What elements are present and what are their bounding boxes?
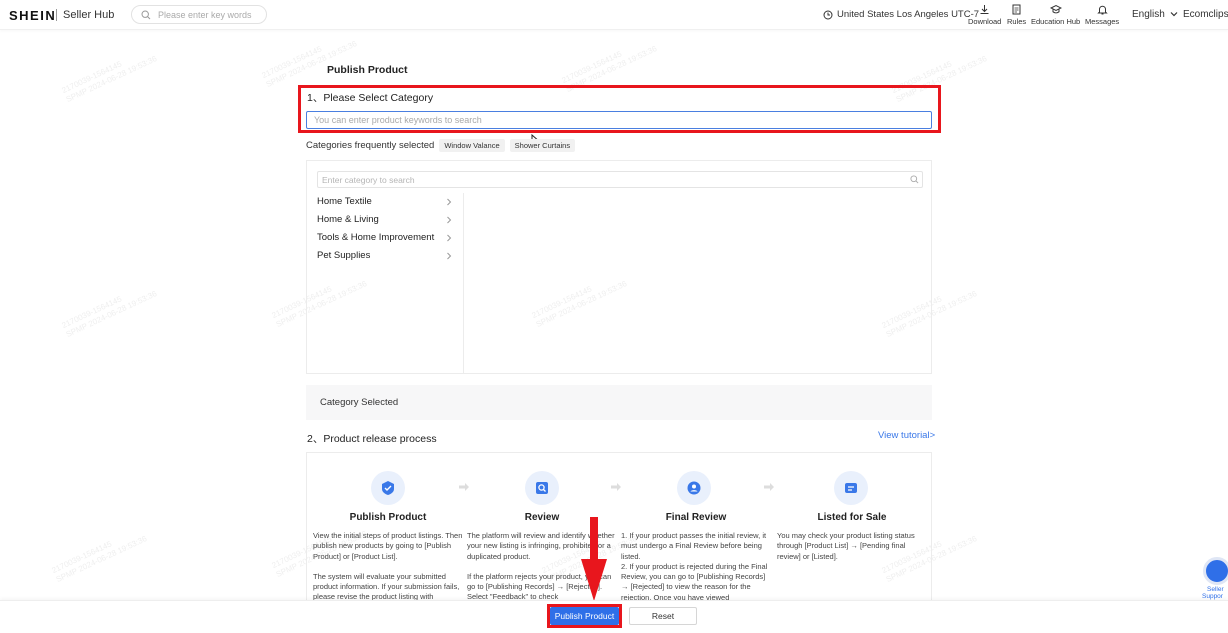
category-selected-label: Category Selected	[320, 397, 399, 408]
category-label: Home & Living	[317, 214, 379, 225]
category-selected-bar: Category Selected	[306, 385, 932, 420]
seller-support-label: Seller Suppor	[1202, 586, 1224, 600]
step-description: 1. If your product passes the initial re…	[621, 531, 768, 602]
education-hub-label: Education Hub	[1031, 17, 1081, 26]
chevron-right-icon	[447, 198, 452, 205]
category-item-home-living[interactable]: Home & Living	[317, 214, 453, 225]
category-search-input[interactable]: Enter category to search	[317, 171, 923, 188]
shein-logo[interactable]: SHEIN	[9, 8, 56, 23]
step-title: Listed for Sale	[817, 512, 887, 523]
timezone-selector[interactable]: United States Los Angeles UTC-7	[823, 9, 979, 20]
document-icon	[1012, 4, 1021, 15]
category-item-home-textile[interactable]: Home Textile	[317, 196, 453, 207]
highlight-box-category	[298, 85, 941, 133]
chevron-right-icon	[447, 216, 452, 223]
category-label: Home Textile	[317, 196, 372, 207]
language-selector[interactable]: English	[1132, 9, 1178, 20]
publish-step-icon	[371, 471, 405, 505]
step-title: Final Review	[665, 512, 727, 523]
timezone-label: United States Los Angeles UTC-7	[837, 9, 980, 20]
chip-shower-curtains[interactable]: Shower Curtains	[509, 139, 576, 152]
chip-window-valance[interactable]: Window Valance	[439, 139, 505, 152]
final-review-step-icon	[677, 471, 711, 505]
step-arrow-icon	[459, 483, 469, 491]
frequent-categories: Categories frequently selected Window Va…	[306, 139, 576, 152]
watermark: 2170039-1564145SPMP 2024-06-28 19:53:36	[60, 289, 159, 340]
education-hub-tool[interactable]: Education Hub	[1031, 4, 1080, 26]
red-arrow-annotation	[581, 517, 607, 601]
top-bar: SHEIN Seller Hub Please enter key words …	[0, 0, 1228, 30]
header-search-placeholder: Please enter key words	[158, 10, 252, 20]
language-label: English	[1132, 9, 1165, 20]
search-icon	[141, 10, 151, 20]
download-label: Download	[968, 17, 1002, 26]
seller-support-widget[interactable]: Seller Suppor	[1200, 555, 1228, 605]
watermark: 2170039-1564145SPMP 2024-06-28 19:53:36	[260, 39, 359, 90]
frequent-categories-label: Categories frequently selected	[306, 140, 435, 151]
chevron-right-icon	[447, 252, 452, 259]
page-title: Publish Product	[327, 64, 408, 76]
bell-icon	[1096, 5, 1108, 15]
rules-tool[interactable]: Rules	[1007, 4, 1026, 26]
chevron-down-icon	[1170, 12, 1178, 17]
category-item-pet-supplies[interactable]: Pet Supplies	[317, 250, 453, 261]
logo-divider	[56, 9, 57, 21]
seller-hub-label: Seller Hub	[63, 9, 115, 21]
step-title: Publish Product	[349, 512, 427, 523]
messages-tool[interactable]: Messages	[1085, 4, 1119, 26]
download-tool[interactable]: Download	[968, 4, 1001, 26]
step-description: View the initial steps of product listin…	[313, 531, 463, 602]
header-search-input[interactable]: Please enter key words	[131, 5, 267, 24]
download-icon	[980, 5, 989, 14]
clock-icon	[823, 10, 833, 19]
search-icon	[910, 175, 919, 184]
category-panel: Enter category to search Home Textile Ho…	[306, 160, 932, 374]
publish-product-button[interactable]: Publish Product	[550, 607, 619, 625]
step-arrow-icon	[764, 483, 774, 491]
release-process-panel: Publish Product View the initial steps o…	[306, 452, 932, 602]
category-search-placeholder: Enter category to search	[322, 175, 415, 185]
listed-step-icon	[834, 471, 868, 505]
graduation-cap-icon	[1049, 4, 1062, 14]
chevron-right-icon	[447, 234, 452, 241]
category-label: Pet Supplies	[317, 250, 371, 261]
reset-button[interactable]: Reset	[629, 607, 697, 625]
category-label: Tools & Home Improvement	[317, 232, 435, 243]
step-arrow-icon	[611, 483, 621, 491]
category-item-tools-home-improvement[interactable]: Tools & Home Improvement	[317, 232, 453, 243]
category-column-divider	[463, 193, 464, 374]
watermark: 2170039-1564145SPMP 2024-06-28 19:53:36	[60, 54, 159, 105]
watermark: 2170039-1564145SPMP 2024-06-28 19:53:36	[50, 534, 149, 585]
account-menu[interactable]: Ecomclips	[1183, 9, 1228, 20]
rules-label: Rules	[1007, 17, 1027, 26]
step-description: You may check your product listing statu…	[777, 531, 915, 561]
release-process-heading: 2、Product release process	[307, 433, 437, 445]
messages-label: Messages	[1085, 17, 1120, 26]
chat-icon	[1203, 557, 1228, 585]
account-name: Ecomclips	[1183, 9, 1228, 20]
view-tutorial-link[interactable]: View tutorial>	[878, 430, 935, 441]
review-step-icon	[525, 471, 559, 505]
